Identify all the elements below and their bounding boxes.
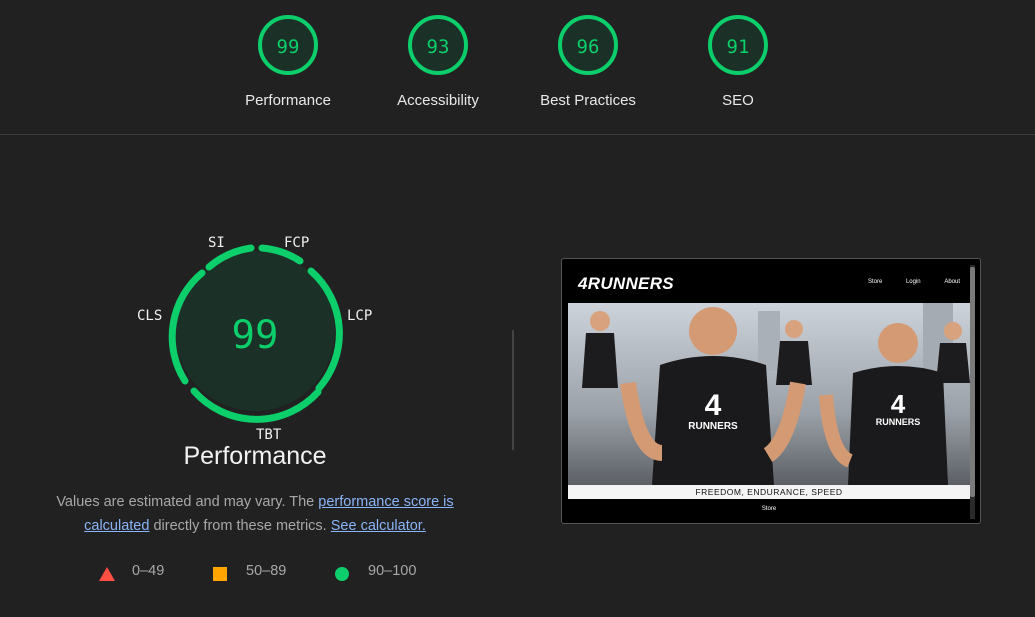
site-footer-store: Store: [568, 499, 970, 519]
legend-range: 50–89: [246, 563, 287, 579]
gauge-label: Accessibility: [397, 92, 479, 109]
gauge-score: 93: [426, 36, 450, 58]
triangle-icon: [99, 567, 115, 581]
metric-label-cls: CLS: [137, 308, 163, 324]
desc-text: Values are estimated and may vary. The: [56, 494, 319, 510]
scrollbar-thumb[interactable]: [970, 267, 975, 497]
gauge-score: 91: [726, 36, 750, 58]
performance-title: Performance: [183, 442, 327, 470]
metric-label-lcp: LCP: [347, 308, 373, 324]
site-nav-about: About: [944, 279, 960, 285]
site-nav-login: Login: [905, 279, 921, 285]
gauge-label: Best Practices: [540, 92, 636, 109]
jersey-label: RUNNERS: [876, 417, 921, 427]
gauge-score: 99: [276, 36, 300, 58]
site-logo: 4RUNNERS: [578, 274, 674, 293]
divider: [512, 330, 514, 450]
legend-fail: 0–49: [99, 563, 165, 581]
runners-illustration-icon: 4 RUNNERS 4 RUNNERS: [568, 303, 970, 485]
gauge-best-practices[interactable]: 96 Best Practices: [513, 14, 663, 124]
screenshot-scrollbar[interactable]: [970, 265, 975, 519]
circle-icon: [335, 567, 349, 581]
legend-range: 0–49: [132, 563, 165, 579]
square-icon: [213, 567, 227, 581]
gauge-seo[interactable]: 91 SEO: [663, 14, 813, 124]
gauge-accessibility[interactable]: 93 Accessibility: [363, 14, 513, 124]
category-scores-header: 99 Performance 93 Accessibility 96 Best …: [0, 0, 1035, 135]
site-tagline: FREEDOM, ENDURANCE, SPEED: [568, 485, 970, 499]
score-legend: 0–49 50–89 90–100: [0, 563, 510, 585]
gauge-label: Performance: [245, 92, 331, 109]
gauge-performance[interactable]: 99 Performance: [213, 14, 363, 124]
gauge-score: 96: [576, 36, 600, 58]
jersey-number: 4: [705, 389, 722, 422]
metric-label-fcp: FCP: [284, 235, 310, 251]
legend-range: 90–100: [368, 563, 417, 579]
see-calculator-link[interactable]: See calculator.: [331, 518, 426, 534]
jersey-label: RUNNERS: [688, 421, 738, 432]
site-nav-store: Store: [867, 279, 883, 285]
metric-label-tbt: TBT: [256, 427, 282, 443]
site-nav-links: Store Login About: [846, 279, 960, 285]
legend-pass: 90–100: [335, 563, 417, 581]
jersey-number: 4: [891, 389, 906, 419]
performance-description: Values are estimated and may vary. The p…: [30, 490, 480, 538]
site-hero-image: 4 RUNNERS 4 RUNNERS: [568, 303, 970, 485]
performance-gauge: 99 SI FCP LCP CLS TBT: [120, 225, 390, 475]
final-screenshot[interactable]: 4RUNNERS Store Login About 4 RUNNERS 4 R…: [561, 258, 981, 524]
site-navbar: 4RUNNERS Store Login About: [568, 265, 970, 303]
legend-average: 50–89: [213, 563, 287, 581]
metric-label-si: SI: [208, 235, 225, 251]
desc-text: directly from these metrics.: [149, 518, 331, 534]
gauge-label: SEO: [722, 92, 754, 109]
